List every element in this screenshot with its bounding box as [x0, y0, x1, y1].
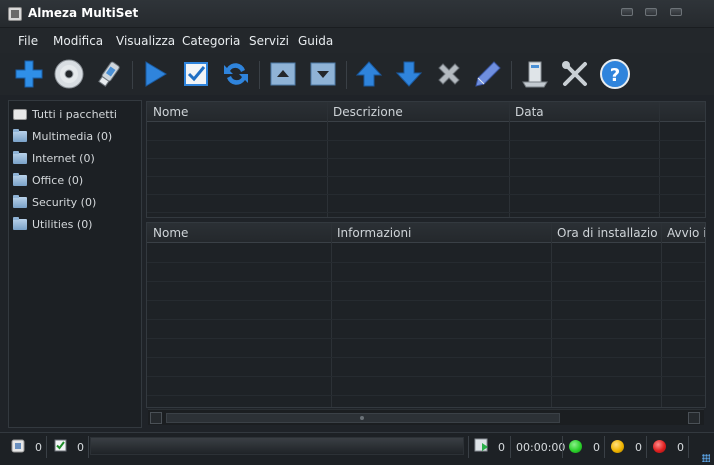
progress-bar: [90, 437, 464, 455]
warning-indicator-icon: [611, 440, 624, 453]
tree-item-label: Internet (0): [32, 151, 95, 165]
svg-text:?: ?: [610, 65, 620, 86]
folder-icon: [13, 150, 27, 164]
scrollbar-grip: [360, 416, 364, 420]
folder-icon: [13, 194, 27, 208]
tree-item-internet[interactable]: Internet (0): [13, 149, 95, 167]
install-table-header: Nome Informazioni Ora di installazio... …: [147, 223, 705, 243]
computer-icon[interactable]: [518, 57, 552, 91]
tree-item-label: Utilities (0): [32, 217, 93, 231]
tree-item-label: Tutti i pacchetti: [32, 107, 117, 121]
category-tree: Tutti i pacchetti Multimedia (0) Interne…: [8, 100, 142, 428]
checkbox-icon[interactable]: [179, 57, 213, 91]
tree-item-office[interactable]: Office (0): [13, 171, 83, 189]
menu-bar: File Modifica Visualizza Categoria Servi…: [0, 28, 714, 53]
checked-count: 0: [77, 441, 84, 454]
column-header-avvio[interactable]: Avvio i: [667, 226, 705, 240]
menu-file[interactable]: File: [18, 34, 38, 48]
column-header-informazioni[interactable]: Informazioni: [337, 226, 411, 240]
menu-servizi[interactable]: Servizi: [249, 34, 289, 48]
menu-visualizza[interactable]: Visualizza: [116, 34, 175, 48]
menu-categoria[interactable]: Categoria: [182, 34, 240, 48]
warning-count: 0: [635, 441, 642, 454]
install-count: 0: [498, 441, 505, 454]
success-indicator-icon: [569, 440, 582, 453]
install-icon: [474, 438, 488, 452]
scroll-left-button[interactable]: [150, 412, 162, 424]
maximize-button[interactable]: [645, 8, 657, 16]
packages-count: 0: [35, 441, 42, 454]
add-icon[interactable]: [12, 57, 46, 91]
tree-item-label: Office (0): [32, 173, 84, 187]
refresh-icon[interactable]: [219, 57, 253, 91]
folder-icon: [13, 216, 27, 230]
package-icon: [11, 439, 25, 453]
toolbar: ?: [0, 53, 714, 95]
column-header-descrizione[interactable]: Descrizione: [333, 105, 403, 119]
tree-item-label: Multimedia (0): [32, 129, 113, 143]
tree-item-utilities[interactable]: Utilities (0): [13, 215, 92, 233]
horizontal-scrollbar[interactable]: [148, 409, 704, 425]
status-bar: 0 0 0 00:00:00 0 0 0: [0, 432, 714, 465]
usb-icon[interactable]: [92, 57, 126, 91]
window-title: Almeza MultiSet: [28, 6, 139, 20]
cd-icon[interactable]: [52, 57, 86, 91]
arrow-up-icon[interactable]: [352, 57, 386, 91]
tree-item-all[interactable]: Tutti i pacchetti: [13, 105, 117, 123]
error-indicator-icon: [653, 440, 666, 453]
move-top-icon[interactable]: [266, 57, 300, 91]
tools-icon[interactable]: [558, 57, 592, 91]
edit-icon[interactable]: [471, 57, 505, 91]
menu-modifica[interactable]: Modifica: [53, 34, 103, 48]
folder-icon: [13, 172, 27, 186]
column-header-nome[interactable]: Nome: [153, 105, 188, 119]
title-bar: Almeza MultiSet: [0, 0, 714, 28]
help-icon[interactable]: ?: [598, 57, 632, 91]
checkbox-icon: [54, 439, 67, 452]
tree-item-security[interactable]: Security (0): [13, 193, 96, 211]
delete-icon[interactable]: [432, 57, 466, 91]
menu-guida[interactable]: Guida: [298, 34, 333, 48]
install-table: Nome Informazioni Ora di installazio... …: [146, 222, 706, 408]
packages-table: Nome Descrizione Data: [146, 101, 706, 218]
scroll-right-button[interactable]: [688, 412, 700, 424]
packages-table-header: Nome Descrizione Data: [147, 102, 705, 122]
elapsed-time: 00:00:00: [516, 441, 566, 454]
arrow-down-icon[interactable]: [392, 57, 426, 91]
minimize-button[interactable]: [621, 8, 633, 16]
resize-grip-icon[interactable]: [702, 454, 710, 462]
column-header-ora-installazione[interactable]: Ora di installazio...: [557, 226, 657, 240]
app-icon: [8, 7, 22, 21]
error-count: 0: [677, 441, 684, 454]
column-header-data[interactable]: Data: [515, 105, 544, 119]
tree-item-multimedia[interactable]: Multimedia (0): [13, 127, 112, 145]
column-header-nome[interactable]: Nome: [153, 226, 188, 240]
move-bottom-icon[interactable]: [306, 57, 340, 91]
close-button[interactable]: [670, 8, 682, 16]
success-count: 0: [593, 441, 600, 454]
tree-item-label: Security (0): [32, 195, 97, 209]
folder-icon: [13, 128, 27, 142]
package-icon: [13, 108, 27, 120]
play-icon[interactable]: [138, 57, 172, 91]
